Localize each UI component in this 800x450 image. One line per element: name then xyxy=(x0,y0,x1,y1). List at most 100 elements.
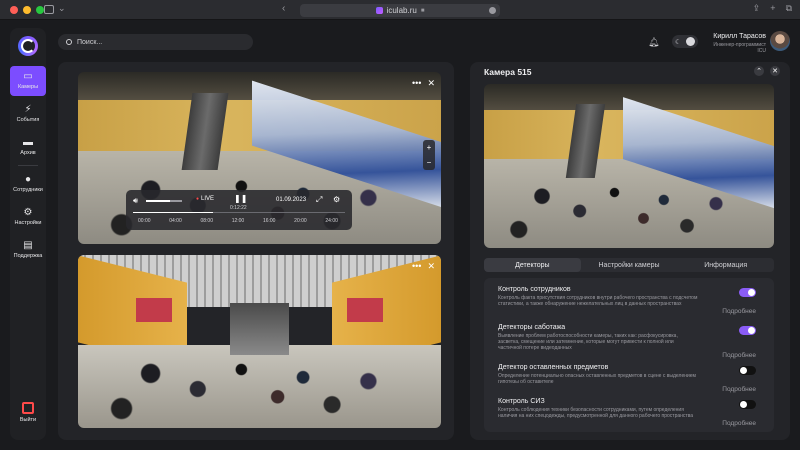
toggle-knob xyxy=(686,37,695,46)
app-logo[interactable] xyxy=(18,36,38,56)
zoom-in-button[interactable]: + xyxy=(427,143,432,152)
close-icon[interactable]: ✕ xyxy=(427,261,435,272)
zoom-control: + − xyxy=(423,140,435,170)
camera-feed-2[interactable]: ••• ✕ xyxy=(78,255,441,428)
pause-icon[interactable]: ❚❚ xyxy=(234,194,247,203)
person-icon: ● xyxy=(24,174,32,185)
detector-list: Контроль сотрудников Контроль факта прис… xyxy=(484,278,774,432)
fullscreen-icon[interactable]: ⤢ xyxy=(316,195,322,205)
address-bar[interactable]: iculab.ru ■ xyxy=(300,4,500,17)
timeline-scrubber[interactable] xyxy=(133,212,345,213)
detector-title: Детектор оставленных предметов xyxy=(498,364,609,371)
theme-toggle[interactable]: ☾ xyxy=(672,35,698,48)
detector-toggle[interactable] xyxy=(739,288,756,297)
sidebar-toggle-icon[interactable] xyxy=(44,5,54,14)
timeline-ticks: 00:00 04:00 08:00 12:00 16:00 20:00 24:0… xyxy=(138,218,338,224)
more-icon[interactable]: ••• xyxy=(412,261,421,272)
list-item: Детекторы саботажа Выявление проблем раб… xyxy=(498,324,768,359)
sidebar-item-archive[interactable]: ▬ Архив xyxy=(10,132,46,162)
search-icon xyxy=(66,39,72,45)
sidebar-item-support[interactable]: ▤ Поддержка xyxy=(10,235,46,265)
camera-feed-image xyxy=(78,255,441,428)
timeline-tick: 04:00 xyxy=(169,218,182,224)
sidebar-nav: ▭ Камеры ⚡ События ▬ Архив ● Сотрудники … xyxy=(10,66,46,265)
timeline-tick: 16:00 xyxy=(262,218,276,224)
zoom-out-button[interactable]: − xyxy=(427,158,432,167)
url-text: iculab.ru xyxy=(386,6,417,15)
sidebar-item-label: Архив xyxy=(20,150,36,156)
collapse-button[interactable]: ⌃ xyxy=(754,66,764,76)
gear-icon[interactable]: ⚙ xyxy=(333,195,340,204)
timeline-tick: 12:00 xyxy=(231,218,245,224)
tab-camera-settings[interactable]: Настройки камеры xyxy=(581,258,678,272)
close-icon[interactable]: ✕ xyxy=(427,78,435,89)
browser-chrome: ⌄ ‹ iculab.ru ■ ⇪ + ⧉ xyxy=(0,0,800,20)
exit-icon xyxy=(22,402,34,414)
close-window-button[interactable] xyxy=(10,6,18,14)
folder-icon: ▬ xyxy=(23,137,33,148)
close-button[interactable]: ✕ xyxy=(770,66,780,76)
reload-icon[interactable] xyxy=(489,7,496,14)
maximize-window-button[interactable] xyxy=(36,6,44,14)
lightning-icon: ⚡ xyxy=(24,104,32,115)
avatar[interactable] xyxy=(770,31,790,51)
tab-bar: Детекторы Настройки камеры Информация xyxy=(484,258,774,272)
bell-icon[interactable]: 🔔︎ xyxy=(648,37,659,47)
timeline-tick: 00:00 xyxy=(138,218,151,224)
playback-time: 0:12:22 xyxy=(230,205,247,211)
back-icon[interactable]: ‹ xyxy=(282,3,285,14)
user-info[interactable]: Кирилл Тарасов Инженер-программист ICU xyxy=(704,33,766,54)
lock-icon: ■ xyxy=(420,7,425,14)
detector-toggle[interactable] xyxy=(739,400,756,409)
new-tab-icon[interactable]: + xyxy=(770,3,775,14)
more-icon[interactable]: ••• xyxy=(412,78,421,89)
exit-button[interactable]: Выйти xyxy=(10,402,46,423)
camera-preview[interactable] xyxy=(484,84,774,248)
sidebar-item-label: Камеры xyxy=(17,84,39,90)
list-item: Детектор оставленных предметов Определен… xyxy=(498,364,768,393)
playback-date[interactable]: 01.09.2023 xyxy=(276,197,306,203)
sidebar-item-cameras[interactable]: ▭ Камеры xyxy=(10,66,46,96)
tabs-overview-icon[interactable]: ⧉ xyxy=(786,3,792,14)
detector-toggle[interactable] xyxy=(739,366,756,375)
sidebar: ▭ Камеры ⚡ События ▬ Архив ● Сотрудники … xyxy=(10,28,46,440)
more-link[interactable]: Подробнее xyxy=(722,420,756,427)
tab-detectors[interactable]: Детекторы xyxy=(484,258,581,272)
volume-icon[interactable]: 🔊︎ xyxy=(133,196,138,206)
camera-icon: ▭ xyxy=(23,71,33,82)
timeline-tick: 20:00 xyxy=(294,218,307,224)
video-player-controls: 🔊︎ LIVE ❚❚ 0:12:22 01.09.2023 ⤢ ⚙ 00:00 … xyxy=(126,190,352,230)
sidebar-item-label: Поддержка xyxy=(13,253,43,259)
sidebar-item-settings[interactable]: ⚙ Настройки xyxy=(10,202,46,232)
detector-description: Определение потенциально опасных оставле… xyxy=(498,373,696,385)
minimize-window-button[interactable] xyxy=(23,6,31,14)
tab-info[interactable]: Информация xyxy=(677,258,774,272)
chat-icon: ▤ xyxy=(23,240,33,251)
more-link[interactable]: Подробнее xyxy=(722,352,756,359)
sidebar-item-events[interactable]: ⚡ События xyxy=(10,99,46,129)
chevron-down-icon[interactable]: ⌄ xyxy=(58,3,66,14)
panel-title: Камера 515 xyxy=(484,67,532,77)
search-input[interactable]: Поиск... xyxy=(58,34,253,50)
sidebar-item-employees[interactable]: ● Сотрудники xyxy=(10,169,46,199)
site-favicon xyxy=(375,7,383,14)
camera-grid: ••• ✕ + − 🔊︎ LIVE ❚❚ 0:12:22 01.09.2023 … xyxy=(58,62,454,440)
list-item: Контроль сотрудников Контроль факта прис… xyxy=(498,286,768,315)
camera-details-panel: Камера 515 ⌃ ✕ Детекторы Настройки камер… xyxy=(470,62,790,440)
camera-feed-image xyxy=(484,84,774,248)
more-link[interactable]: Подробнее xyxy=(722,386,756,393)
user-role: Инженер-программист ICU xyxy=(713,42,766,54)
share-icon[interactable]: ⇪ xyxy=(753,3,761,14)
more-link[interactable]: Подробнее xyxy=(722,308,756,315)
sidebar-item-label: События xyxy=(16,117,40,123)
search-placeholder: Поиск... xyxy=(77,38,103,46)
gear-icon: ⚙ xyxy=(23,207,33,218)
detector-toggle[interactable] xyxy=(739,326,756,335)
list-item: Контроль СИЗ Контроль соблюдения техники… xyxy=(498,398,768,427)
live-badge[interactable]: LIVE xyxy=(196,196,214,202)
volume-slider[interactable] xyxy=(146,200,182,202)
moon-icon: ☾ xyxy=(675,38,682,46)
detector-title: Детекторы саботажа xyxy=(498,324,566,331)
sidebar-item-label: Настройки xyxy=(14,220,42,226)
window-controls[interactable] xyxy=(10,6,44,14)
